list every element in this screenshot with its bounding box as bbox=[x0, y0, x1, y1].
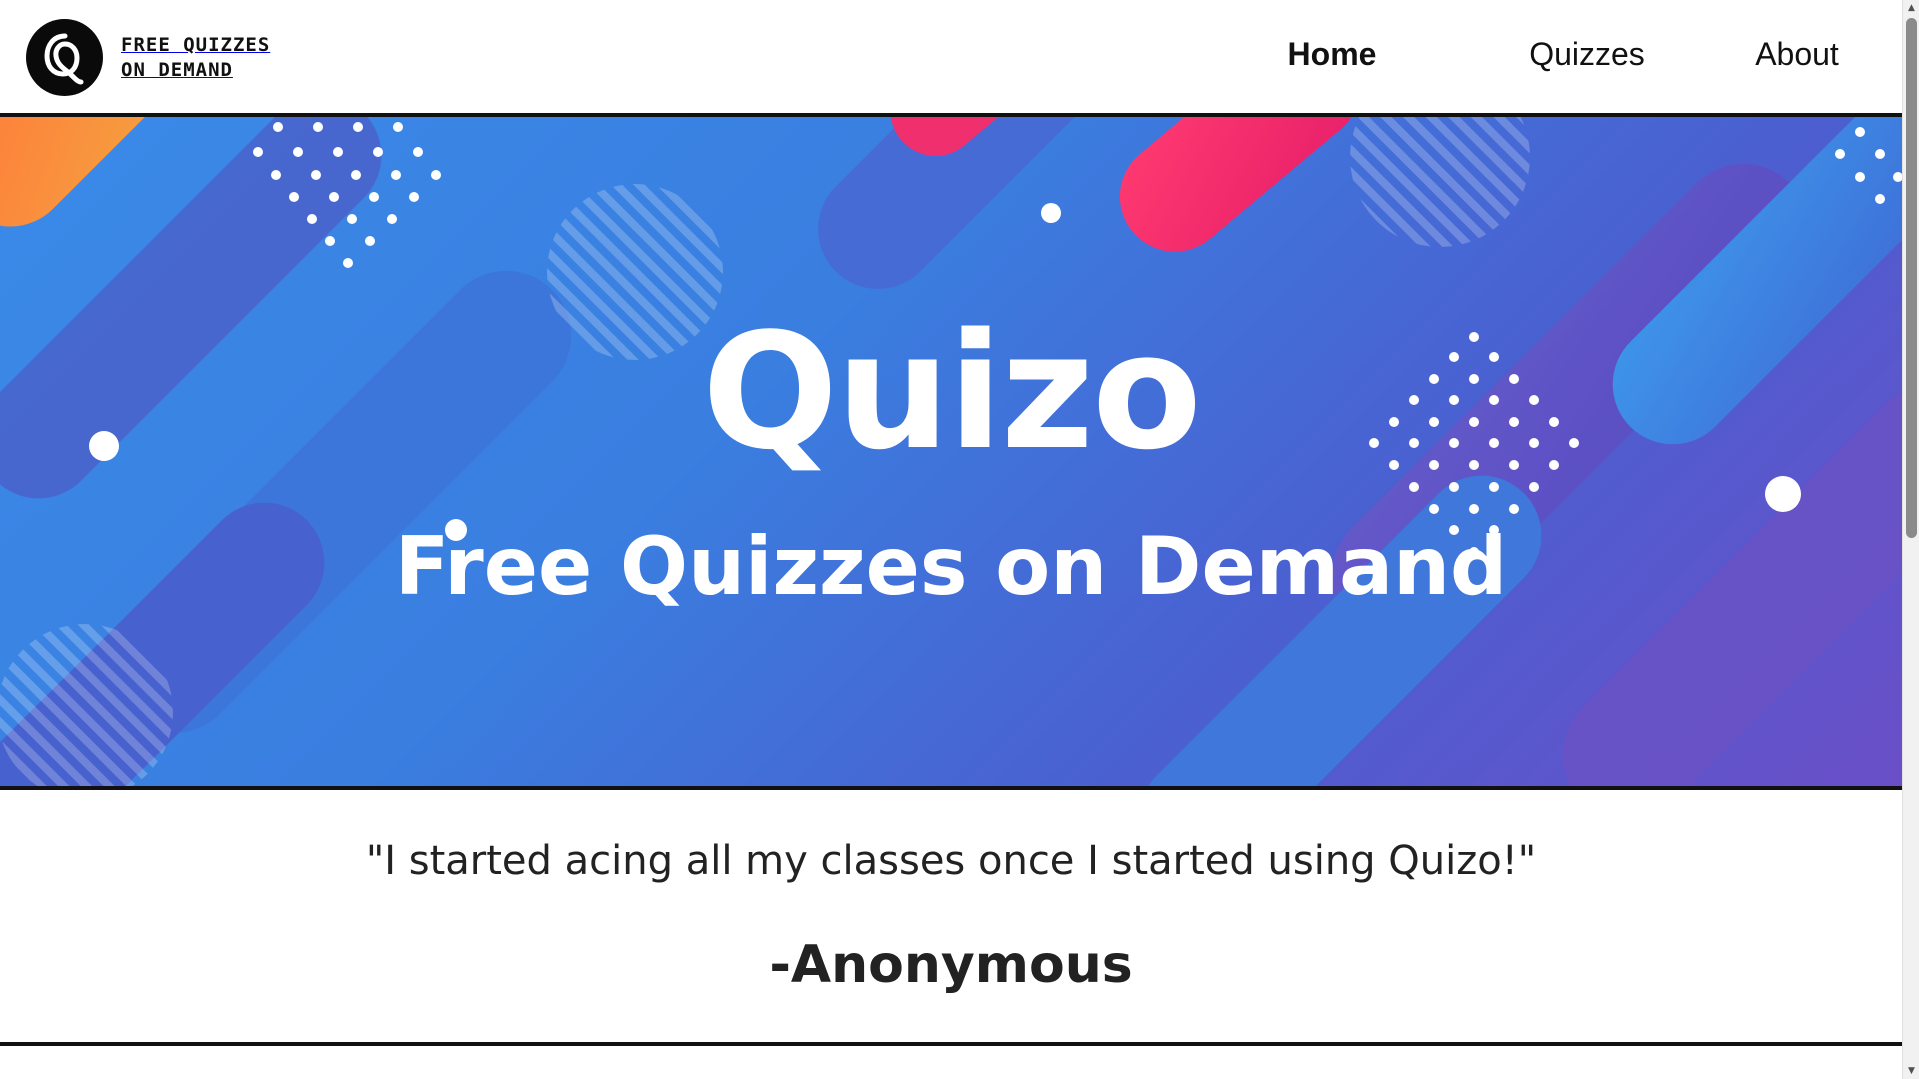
scroll-up-arrow-icon[interactable]: ▲ bbox=[1906, 2, 1917, 14]
hero-banner: Quizo Free Quizzes on Demand bbox=[0, 117, 1902, 790]
hero-subtitle: Free Quizzes on Demand bbox=[394, 520, 1508, 613]
scrollbar-thumb[interactable] bbox=[1906, 18, 1917, 538]
nav-about-link[interactable]: About bbox=[1737, 36, 1857, 73]
testimonial-quote: "I started acing all my classes once I s… bbox=[365, 838, 1537, 884]
scroll-down-arrow-icon[interactable]: ▼ bbox=[1906, 1065, 1917, 1077]
main-nav: Home Quizzes About bbox=[1262, 36, 1857, 73]
site-header: FREE QUIZZES ON DEMAND Home Quizzes Abou… bbox=[0, 0, 1902, 117]
logo-text: FREE QUIZZES ON DEMAND bbox=[121, 33, 331, 83]
nav-home-link[interactable]: Home bbox=[1262, 36, 1402, 73]
nav-quizzes-link[interactable]: Quizzes bbox=[1497, 36, 1677, 73]
q-logo-icon bbox=[26, 19, 103, 96]
hero-title: Quizo bbox=[702, 298, 1202, 485]
logo-text-line1: FREE QUIZZES bbox=[121, 33, 271, 56]
vertical-scrollbar[interactable]: ▲ ▼ bbox=[1902, 0, 1919, 1079]
testimonial-author: -Anonymous bbox=[769, 935, 1133, 995]
logo-text-line2: ON DEMAND bbox=[121, 58, 233, 81]
page: FREE QUIZZES ON DEMAND Home Quizzes Abou… bbox=[0, 0, 1902, 1079]
testimonial-section: "I started acing all my classes once I s… bbox=[0, 790, 1902, 1046]
logo-link[interactable]: FREE QUIZZES ON DEMAND bbox=[26, 19, 331, 96]
